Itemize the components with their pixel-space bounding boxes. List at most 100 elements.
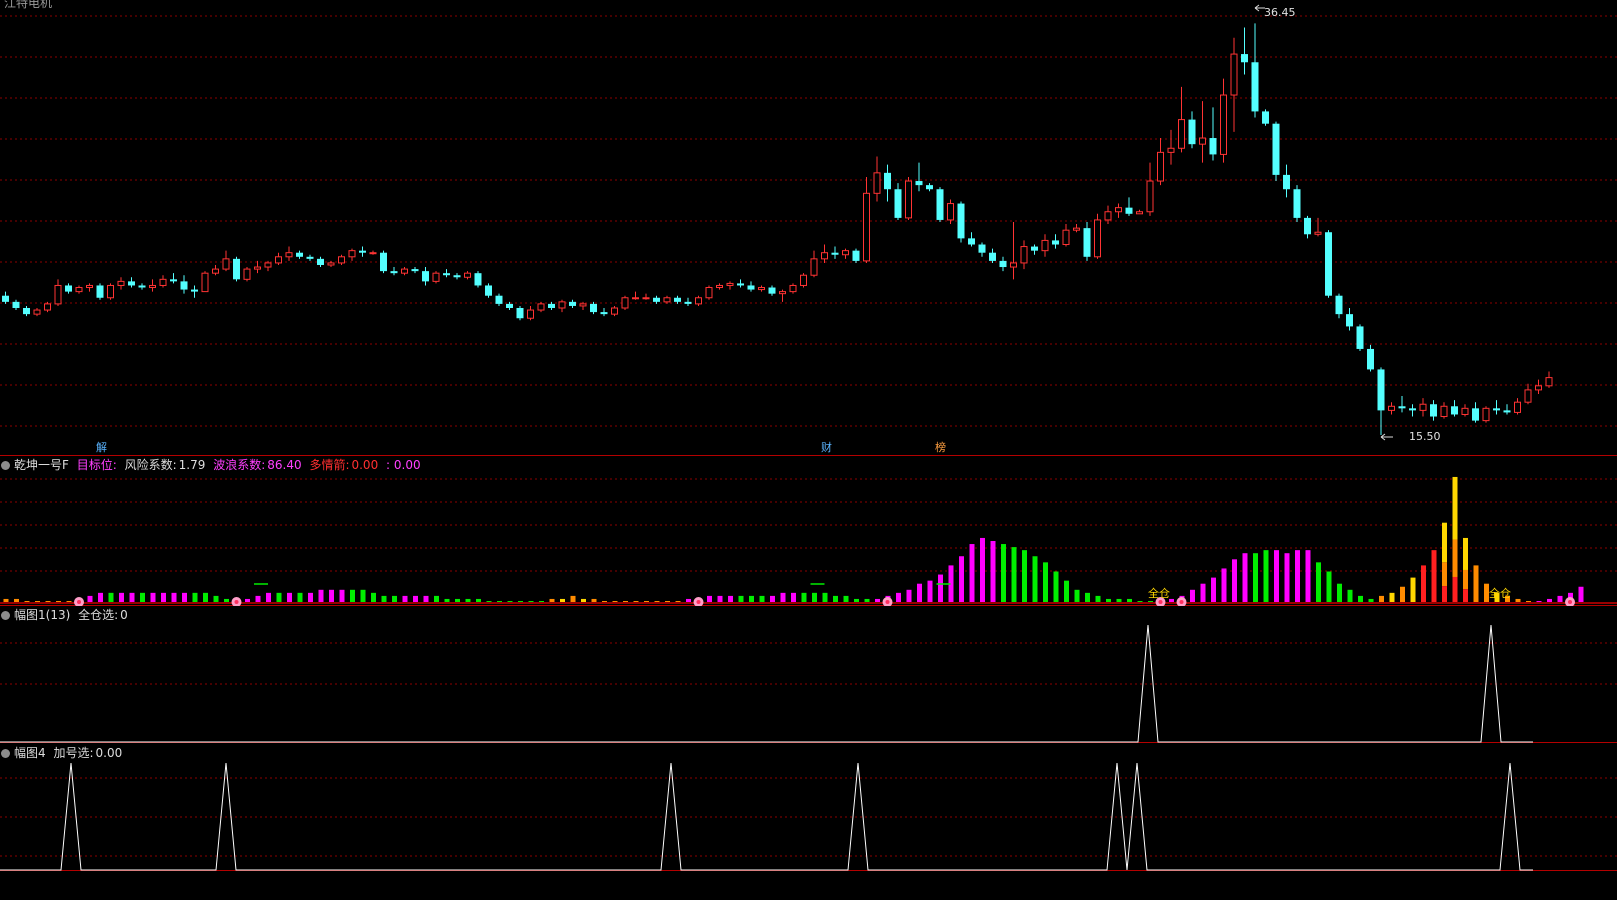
indicator-bar xyxy=(434,595,439,602)
indicator1-name[interactable]: 乾坤一号F xyxy=(14,458,69,472)
risk-label: 风险系数: xyxy=(124,458,177,472)
signal-label-1: 全仓 xyxy=(1148,587,1170,600)
indicator-bar xyxy=(1253,553,1258,602)
indicator-bar xyxy=(308,592,313,602)
indicator-bar xyxy=(213,595,219,602)
indicator-bar xyxy=(350,589,355,602)
event-marker-cai[interactable]: 财 xyxy=(819,441,834,454)
indicator-bar-bottom xyxy=(1442,586,1447,602)
indicator-bar-top xyxy=(1442,522,1447,563)
candle-body-up xyxy=(947,203,954,221)
indicator-bar xyxy=(1032,556,1038,602)
indicator-bar xyxy=(455,598,460,602)
indicator-bar xyxy=(1400,586,1405,602)
candle-body-down xyxy=(485,285,492,296)
indicator-bar xyxy=(539,601,544,602)
candle-body-up xyxy=(1146,180,1154,213)
indicator-bar xyxy=(1557,595,1563,602)
indicator-bar xyxy=(812,592,817,602)
candle-body-up xyxy=(1535,385,1542,391)
signal-dot-core xyxy=(696,600,701,604)
indicator-bar xyxy=(843,595,849,602)
candle-body-down xyxy=(653,297,660,302)
indicator-bar xyxy=(3,598,9,602)
indicator-bar xyxy=(707,595,712,602)
indicator-bar xyxy=(297,592,303,602)
indicator-bar xyxy=(1379,595,1384,602)
candle-body-down xyxy=(926,185,933,190)
candle-body-up xyxy=(275,256,282,264)
indicator2-name[interactable]: 幅图1(13) xyxy=(14,608,70,622)
candle-body-down xyxy=(884,172,891,190)
indicator-bar xyxy=(339,589,345,602)
candle-body-down xyxy=(1262,111,1269,124)
indicator-bar xyxy=(1526,601,1531,602)
risk-value: 1.79 xyxy=(178,458,206,472)
indicator-bar xyxy=(108,592,114,602)
candle-body-up xyxy=(758,287,765,291)
indicator-bar xyxy=(990,541,996,602)
indicator-bar xyxy=(1263,550,1269,602)
indicator1-chart[interactable] xyxy=(0,456,1617,606)
indicator-bar xyxy=(255,595,261,602)
candle-body-down xyxy=(96,285,104,298)
indicator3-panel[interactable]: 幅图4 加号选: 0.00 xyxy=(0,744,1617,900)
indicator-toggle-icon[interactable] xyxy=(1,749,10,758)
candle-body-down xyxy=(600,312,608,315)
price-chart-panel[interactable]: 江特电机 36.45 15.50 解 财 榜 xyxy=(0,0,1617,456)
indicator-bar xyxy=(45,601,51,602)
candle-body-down xyxy=(936,189,944,220)
low-pointer xyxy=(1380,433,1393,441)
candle-body-down xyxy=(747,285,755,290)
indicator-bar xyxy=(1431,550,1437,602)
candle-body-down xyxy=(65,285,72,292)
indicator2-panel[interactable]: 幅图1(13) 全仓选: 0 xyxy=(0,606,1617,744)
candle-body-up xyxy=(716,284,723,289)
extra-value: : 0.00 xyxy=(386,458,421,472)
indicator3-name[interactable]: 幅图4 xyxy=(14,746,46,760)
signal-dot-core xyxy=(234,600,239,604)
indicator1-panel[interactable]: 乾坤一号F 目标位: 风险系数: 1.79 波浪系数: 86.40 多情箭: 0.00… xyxy=(0,456,1617,606)
candle-body-up xyxy=(1167,147,1175,153)
candle-body-up xyxy=(369,252,377,255)
indicator-toggle-icon[interactable] xyxy=(1,611,10,620)
candle-body-down xyxy=(317,258,324,265)
event-marker-bang[interactable]: 榜 xyxy=(933,441,948,454)
indicator-bar xyxy=(665,601,670,602)
indicator-bar xyxy=(182,592,187,602)
candle-body-down xyxy=(1031,246,1038,251)
indicator-bar xyxy=(245,598,250,602)
indicator-bar xyxy=(717,595,723,602)
candle-body-up xyxy=(863,192,870,262)
candle-body-up xyxy=(1041,239,1049,252)
indicator-bar xyxy=(612,601,618,602)
indicator-bar xyxy=(1389,592,1395,602)
candle-body-up xyxy=(1220,94,1227,155)
candle-body-up xyxy=(537,303,545,311)
indicator-bar xyxy=(1305,550,1311,602)
candle-body-up xyxy=(464,272,471,278)
indicator-bar xyxy=(1473,565,1479,602)
indicator-bar xyxy=(1148,601,1153,602)
candle-body-down xyxy=(516,307,524,319)
candle-body-down xyxy=(390,271,398,274)
indicator3-chart[interactable] xyxy=(0,744,1617,900)
indicator-bar xyxy=(119,592,124,602)
indicator-bar xyxy=(1211,577,1216,602)
candle-body-down xyxy=(1335,295,1343,315)
signal-dot-core xyxy=(1158,600,1163,604)
indicator3-header: 幅图4 加号选: 0.00 xyxy=(0,745,126,761)
indicator-bar xyxy=(1001,544,1006,602)
indicator-bar xyxy=(644,601,649,602)
price-chart[interactable] xyxy=(0,0,1617,456)
signal-label-2: 全仓 xyxy=(1489,587,1511,600)
candle-body-up xyxy=(527,309,534,319)
candle-body-down xyxy=(1409,408,1416,411)
indicator-toggle-icon[interactable] xyxy=(1,461,10,470)
indicator-bar xyxy=(24,601,30,602)
indicator-bar xyxy=(1347,589,1353,602)
wave-value: 86.40 xyxy=(267,458,302,472)
indicator-bar xyxy=(633,601,639,602)
indicator2-chart[interactable] xyxy=(0,606,1617,744)
event-marker-jie[interactable]: 解 xyxy=(94,441,109,454)
